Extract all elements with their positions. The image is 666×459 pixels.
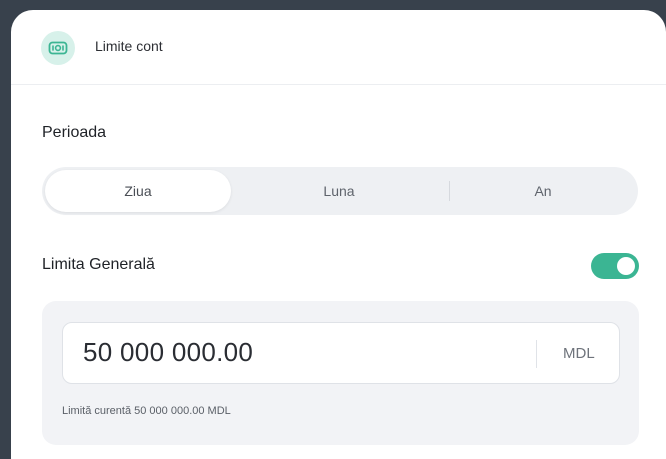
currency-divider [536,340,537,368]
banknote-icon [41,31,75,65]
segment-divider [449,181,450,201]
general-limit-toggle[interactable] [591,253,639,279]
period-option-day[interactable]: Ziua [45,170,231,212]
currency-label: MDL [563,345,595,362]
toggle-knob [617,257,635,275]
period-label: Perioada [42,124,107,141]
panel-title: Limite cont [95,38,163,54]
period-selector: Ziua Luna An [42,167,638,215]
panel-header: Limite cont [11,10,666,85]
limit-amount-value: 50 000 000.00 [83,337,254,367]
general-limit-label: Limita Generală [42,256,155,273]
current-limit-hint: Limită curentă 50 000 000.00 MDL [62,405,231,417]
account-limits-panel: Limite cont Perioada Ziua Luna An Limita… [11,10,666,459]
period-option-year[interactable]: An [450,170,636,212]
general-limit-card: 50 000 000.00 MDL Limită curentă 50 000 … [42,301,639,445]
period-option-month[interactable]: Luna [232,170,446,212]
limit-amount-field[interactable]: 50 000 000.00 MDL [62,322,620,384]
